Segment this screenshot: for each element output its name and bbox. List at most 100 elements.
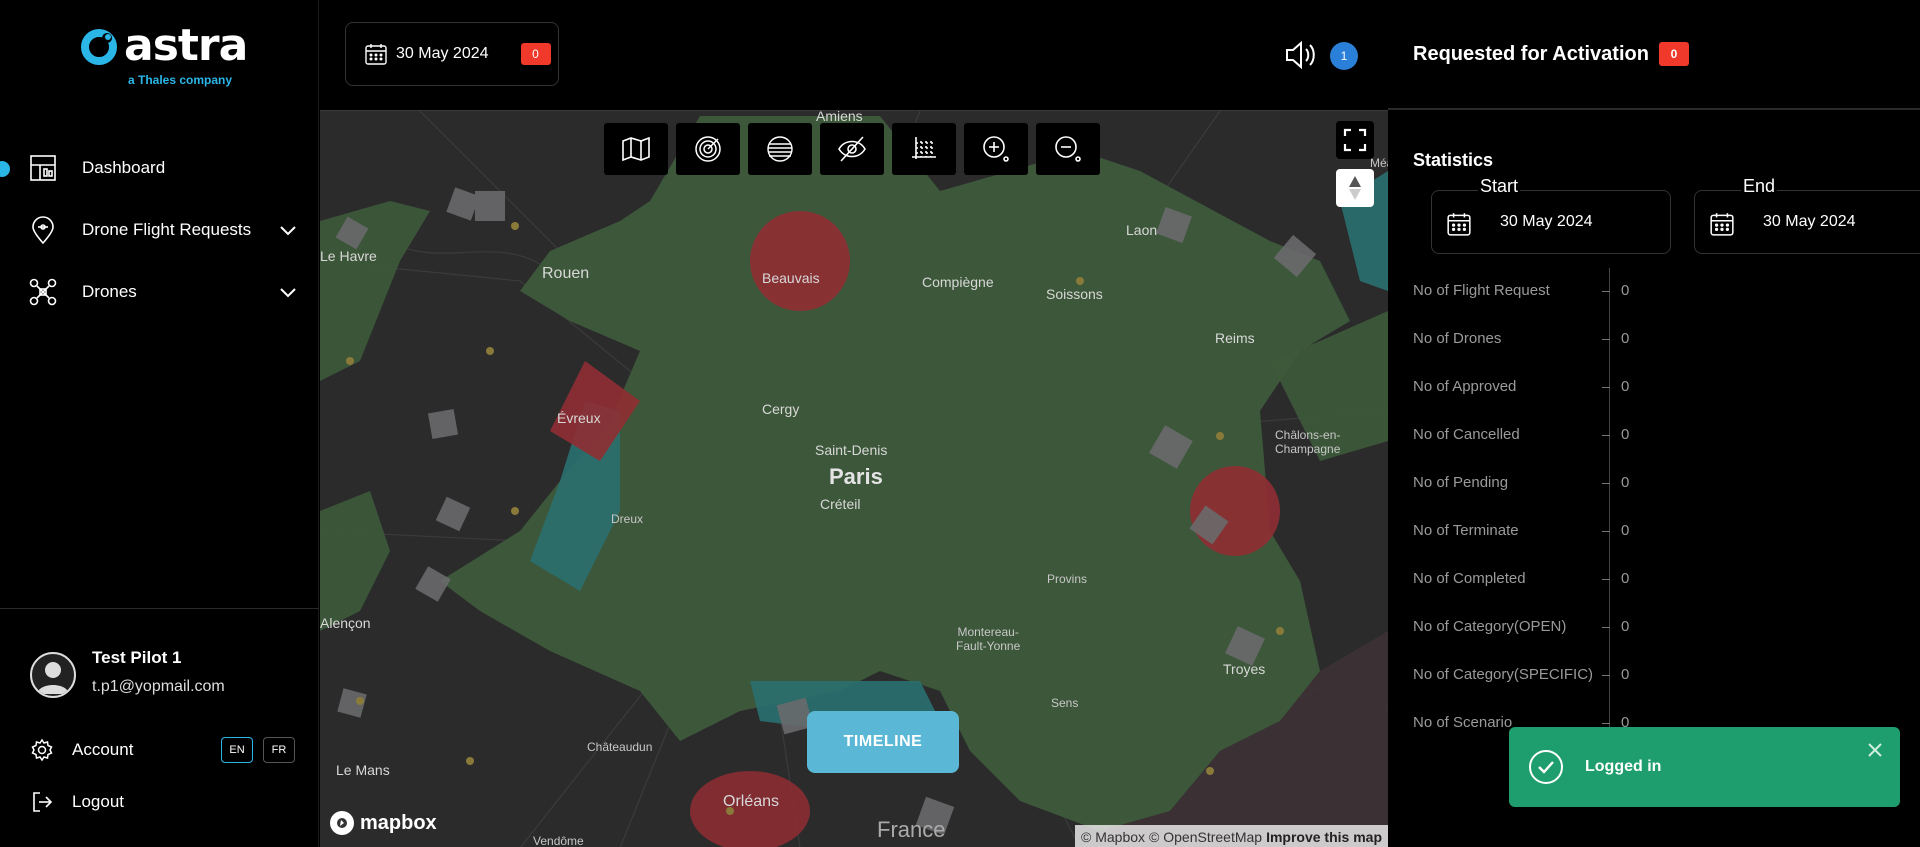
map-label-creteil: Créteil bbox=[820, 496, 861, 512]
date-selector[interactable]: 30 May 2024 0 bbox=[345, 22, 559, 86]
stat-value: 0 bbox=[1621, 618, 1630, 635]
stat-tick bbox=[1602, 675, 1610, 676]
map-label-montereau: Montereau- Fault-Yonne bbox=[956, 625, 1021, 653]
end-date-value: 30 May 2024 bbox=[1763, 213, 1856, 230]
zones-button[interactable] bbox=[748, 123, 812, 175]
login-toast: Logged in bbox=[1509, 727, 1900, 807]
map-label-beauvais: Beauvais bbox=[762, 270, 820, 286]
stat-value: 0 bbox=[1621, 474, 1630, 491]
current-date: 30 May 2024 bbox=[396, 45, 489, 62]
timeline-button[interactable]: TIMELINE bbox=[807, 711, 959, 773]
calendar-icon bbox=[1710, 213, 1734, 236]
stat-row: No of Approved 0 bbox=[1413, 378, 1713, 398]
start-date-value: 30 May 2024 bbox=[1500, 213, 1593, 230]
stat-value: 0 bbox=[1621, 282, 1630, 299]
map-label-saint-denis: Saint-Denis bbox=[815, 442, 888, 458]
logout-button[interactable]: Logout bbox=[30, 788, 230, 816]
stat-row: No of Terminate 0 bbox=[1413, 522, 1713, 542]
chevron-down-icon[interactable] bbox=[278, 220, 298, 240]
compass-icon bbox=[1349, 176, 1361, 200]
notification-bell-icon[interactable]: 1 bbox=[1330, 42, 1358, 70]
start-date-field[interactable]: Start 30 May 2024 bbox=[1431, 176, 1671, 254]
brand-tagline: a Thales company bbox=[128, 73, 233, 87]
fullscreen-button[interactable] bbox=[1336, 121, 1374, 159]
end-date-field[interactable]: End 30 May 2024 bbox=[1694, 176, 1920, 254]
sidebar-divider bbox=[0, 608, 319, 609]
stat-tick bbox=[1602, 531, 1610, 532]
stat-value: 0 bbox=[1621, 522, 1630, 539]
stat-tick bbox=[1602, 627, 1610, 628]
date-count-badge: 0 bbox=[520, 43, 551, 65]
stat-row: No of Completed 0 bbox=[1413, 570, 1713, 590]
brand-logo[interactable]: astra a Thales company bbox=[80, 22, 248, 88]
airspace-map[interactable]: Amiens Le Havre Rouen Beauvais Compiègne… bbox=[320, 110, 1388, 847]
stat-row: No of Pending 0 bbox=[1413, 474, 1713, 494]
requested-title: Requested for Activation bbox=[1413, 42, 1649, 65]
map-label-chateaudun: Châteaudun bbox=[587, 740, 653, 754]
drone-pin-icon bbox=[28, 215, 58, 245]
zoom-in-icon bbox=[983, 136, 1009, 162]
map-label-le-havre: Le Havre bbox=[320, 248, 377, 264]
stat-tick bbox=[1602, 483, 1610, 484]
map-label-le-mans: Le Mans bbox=[336, 762, 390, 778]
map-label-reims: Reims bbox=[1215, 330, 1255, 346]
mapbox-label: mapbox bbox=[360, 811, 437, 834]
panel-divider bbox=[1388, 108, 1920, 110]
stat-tick bbox=[1602, 291, 1610, 292]
language-fr-button[interactable]: FR bbox=[263, 737, 295, 763]
stat-label: No of Scenario bbox=[1413, 714, 1513, 731]
sidebar-item-dashboard[interactable]: Dashboard bbox=[28, 148, 298, 188]
stat-row: No of Category(OPEN) 0 bbox=[1413, 618, 1713, 638]
hide-layer-button[interactable] bbox=[820, 123, 884, 175]
account-link[interactable]: Account bbox=[72, 740, 211, 760]
stat-label: No of Completed bbox=[1413, 570, 1526, 587]
logout-icon bbox=[33, 792, 53, 812]
map-label-troyes: Troyes bbox=[1223, 661, 1266, 677]
stat-value: 0 bbox=[1621, 330, 1630, 347]
sidebar-item-label: Dashboard bbox=[82, 158, 166, 177]
zoom-in-button[interactable] bbox=[964, 123, 1028, 175]
osm-attribution-link[interactable]: © OpenStreetMap bbox=[1149, 829, 1262, 845]
avatar bbox=[30, 652, 76, 698]
requested-for-activation-header: Requested for Activation 0 bbox=[1413, 42, 1689, 66]
chevron-down-icon[interactable] bbox=[278, 282, 298, 302]
astra-logo-icon bbox=[81, 29, 117, 65]
map-label-france: France bbox=[877, 817, 946, 842]
language-en-button[interactable]: EN bbox=[221, 737, 253, 763]
end-label: End bbox=[1741, 176, 1778, 197]
stat-value: 0 bbox=[1621, 378, 1630, 395]
stat-label: No of Cancelled bbox=[1413, 426, 1520, 443]
improve-map-link[interactable]: Improve this map bbox=[1266, 829, 1382, 845]
zoom-out-button[interactable] bbox=[1036, 123, 1100, 175]
sidebar-item-label: Drone Flight Requests bbox=[82, 220, 252, 239]
sidebar-item-drones[interactable]: Drones bbox=[28, 272, 298, 312]
radar-button[interactable] bbox=[676, 123, 740, 175]
requested-count-badge: 0 bbox=[1658, 42, 1689, 66]
map-toolbar bbox=[604, 123, 1100, 175]
calendar-icon bbox=[1447, 213, 1471, 236]
map-label-evreux: Évreux bbox=[557, 410, 601, 426]
stat-row: No of Category(SPECIFIC) 0 bbox=[1413, 666, 1713, 686]
calendar-icon bbox=[365, 44, 387, 65]
zoom-out-icon bbox=[1055, 136, 1081, 162]
close-icon[interactable] bbox=[1866, 741, 1884, 759]
stat-row: No of Cancelled 0 bbox=[1413, 426, 1713, 446]
stat-label: No of Category(OPEN) bbox=[1413, 618, 1567, 635]
compass-button[interactable] bbox=[1336, 169, 1374, 207]
check-icon bbox=[1529, 750, 1563, 784]
grid-button[interactable] bbox=[892, 123, 956, 175]
map-layers-button[interactable] bbox=[604, 123, 668, 175]
mapbox-attribution-link[interactable]: © Mapbox bbox=[1081, 829, 1145, 845]
stat-label: No of Approved bbox=[1413, 378, 1517, 395]
radar-icon bbox=[695, 136, 721, 162]
sidebar-item-drone-flight-requests[interactable]: Drone Flight Requests bbox=[28, 210, 298, 250]
stat-label: No of Category(SPECIFIC) bbox=[1413, 666, 1594, 683]
stat-tick bbox=[1602, 579, 1610, 580]
drone-icon bbox=[28, 277, 58, 307]
map-attribution: © Mapbox © OpenStreetMap Improve this ma… bbox=[1075, 825, 1388, 847]
map-label-orleans: Orléans bbox=[723, 793, 780, 810]
speaker-icon[interactable] bbox=[1284, 40, 1316, 70]
mapbox-logo[interactable]: mapbox bbox=[330, 811, 437, 835]
grid-icon bbox=[912, 137, 936, 159]
stat-label: No of Terminate bbox=[1413, 522, 1519, 539]
